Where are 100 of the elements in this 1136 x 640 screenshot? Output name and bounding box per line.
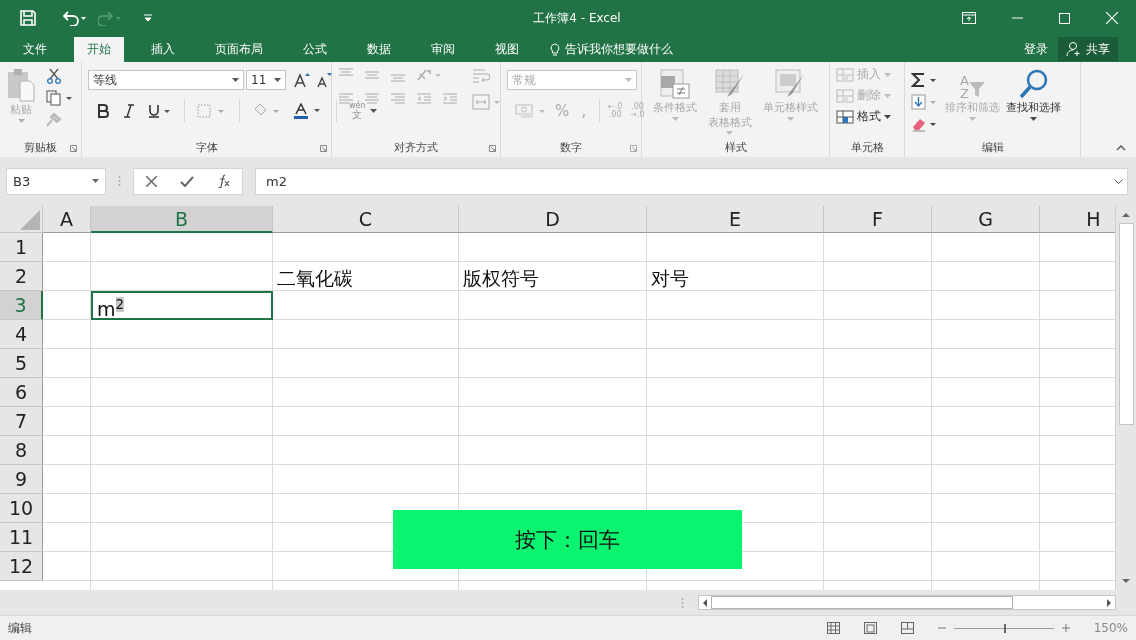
orientation-icon[interactable] [416, 68, 442, 82]
scroll-right-icon[interactable] [1107, 598, 1112, 607]
enter-checkmark-icon[interactable] [179, 175, 194, 187]
dialog-launcher-icon[interactable] [70, 145, 77, 152]
maximize-icon[interactable] [1059, 12, 1070, 24]
ribbon-tab[interactable]: 页面布局 [202, 37, 276, 62]
row-header[interactable]: 1 [0, 233, 43, 262]
row-header[interactable]: 12 [0, 552, 43, 581]
grid-icon [836, 66, 854, 83]
ribbon-tab[interactable]: 视图 [482, 37, 532, 62]
insert-function-icon[interactable] [216, 174, 231, 188]
merge-center-icon[interactable] [472, 94, 502, 110]
ribbon-display-options-icon[interactable] [962, 12, 976, 24]
ribbon-tab[interactable]: 开始 [74, 37, 124, 62]
column-header[interactable]: G [932, 206, 1040, 233]
zoom-out-icon[interactable] [937, 624, 946, 632]
row-header[interactable]: 3 [0, 291, 43, 320]
undo-icon[interactable] [62, 10, 86, 26]
select-all-corner[interactable] [0, 206, 43, 233]
ribbon-tab[interactable]: 公式 [290, 37, 340, 62]
decrease-font-size-icon[interactable] [316, 72, 332, 88]
copy-icon[interactable] [46, 90, 74, 106]
caret-icon [884, 72, 891, 77]
column-header[interactable]: D [459, 206, 647, 233]
horizontal-scrollbar[interactable] [698, 595, 1116, 610]
dialog-launcher-icon[interactable] [489, 145, 496, 152]
sign-in-link[interactable]: 登录 [1024, 37, 1048, 62]
caret-icon [884, 93, 891, 98]
window-title: 工作簿4 - Excel [532, 9, 622, 27]
zoom-slider-thumb[interactable] [1003, 623, 1006, 633]
table-cell[interactable]: 二氧化碳 [273, 262, 459, 291]
ribbon-tab[interactable]: 插入 [138, 37, 188, 62]
group-label: 数字 [560, 139, 582, 155]
close-icon[interactable] [1106, 12, 1118, 24]
row-header[interactable]: 4 [0, 320, 43, 349]
normal-view-icon[interactable] [826, 622, 840, 634]
table-cell[interactable]: m$^{2}$ [91, 291, 273, 320]
scroll-down-icon[interactable] [1122, 579, 1130, 584]
cells-button[interactable]: 格式 [836, 108, 891, 125]
clipboard-icon [6, 68, 36, 102]
wrap-text-icon[interactable] [472, 68, 490, 84]
ribbon-tab[interactable]: 文件 [10, 37, 60, 62]
eraser-icon[interactable] [911, 116, 939, 132]
autosum-icon[interactable] [911, 72, 939, 88]
dialog-launcher-icon[interactable] [320, 145, 327, 152]
formula-input[interactable]: m2 [255, 167, 1128, 195]
cut-icon[interactable] [46, 68, 62, 84]
row-header[interactable]: 10 [0, 494, 43, 523]
group-label: 剪贴板 [24, 139, 57, 155]
row-header[interactable]: 5 [0, 349, 43, 378]
ribbon-tab[interactable]: 数据 [354, 37, 404, 62]
row-header[interactable]: 11 [0, 523, 43, 552]
page-layout-view-icon[interactable] [863, 622, 877, 634]
caret-icon [671, 116, 679, 121]
share-button[interactable]: 共享 [1058, 37, 1118, 61]
column-header[interactable]: F [824, 206, 932, 233]
find-select-button[interactable]: 查找和选择 [1006, 68, 1061, 121]
group-label: 对齐方式 [394, 139, 438, 155]
scroll-left-icon[interactable] [702, 598, 707, 607]
underline-icon[interactable] [148, 104, 172, 118]
row-header[interactable]: 7 [0, 407, 43, 436]
column-header[interactable]: B [91, 206, 273, 233]
font-name-dropdown[interactable]: 等线 [88, 70, 244, 90]
table-cell[interactable]: 对号 [647, 262, 824, 291]
font-size-dropdown[interactable]: 11 [246, 70, 286, 90]
tell-me-search[interactable]: 告诉我你想要做什么 [565, 41, 673, 58]
italic-icon[interactable] [122, 104, 136, 118]
fill-down-icon[interactable] [911, 94, 939, 110]
cancel-icon[interactable] [145, 175, 157, 187]
caret-icon [274, 78, 281, 82]
table-cell[interactable]: 版权符号 [459, 262, 647, 291]
row-header[interactable]: 6 [0, 378, 43, 407]
customize-toolbar-icon[interactable] [144, 14, 152, 22]
person-add-icon [1066, 41, 1082, 57]
caret-icon [969, 116, 976, 121]
scroll-up-icon[interactable] [1122, 212, 1130, 217]
zoom-in-icon[interactable] [1061, 624, 1070, 632]
split-handle-icon[interactable] [681, 596, 684, 609]
ribbon-tab[interactable]: 审阅 [418, 37, 468, 62]
bold-icon[interactable] [96, 104, 110, 118]
page-break-view-icon[interactable] [900, 622, 914, 634]
save-icon[interactable] [20, 10, 36, 26]
search-icon [1017, 68, 1050, 100]
scrollbar-thumb[interactable] [1118, 223, 1134, 425]
caret-icon [625, 78, 632, 82]
row-header[interactable]: 9 [0, 465, 43, 494]
column-header[interactable]: E [647, 206, 824, 233]
drag-handle-icon[interactable] [118, 175, 121, 187]
row-header[interactable]: 8 [0, 436, 43, 465]
name-box[interactable]: B3 [6, 167, 106, 195]
column-header[interactable]: C [273, 206, 459, 233]
column-header[interactable]: A [43, 206, 91, 233]
scrollbar-thumb[interactable] [711, 596, 1013, 609]
collapse-ribbon-icon[interactable] [1116, 145, 1126, 151]
caret-icon [786, 116, 794, 121]
increase-font-size-icon[interactable] [294, 72, 310, 88]
row-header[interactable]: 2 [0, 262, 43, 291]
grid-icon [836, 87, 854, 104]
dialog-launcher-icon[interactable] [630, 145, 637, 152]
column-header[interactable]: H [1040, 206, 1115, 233]
